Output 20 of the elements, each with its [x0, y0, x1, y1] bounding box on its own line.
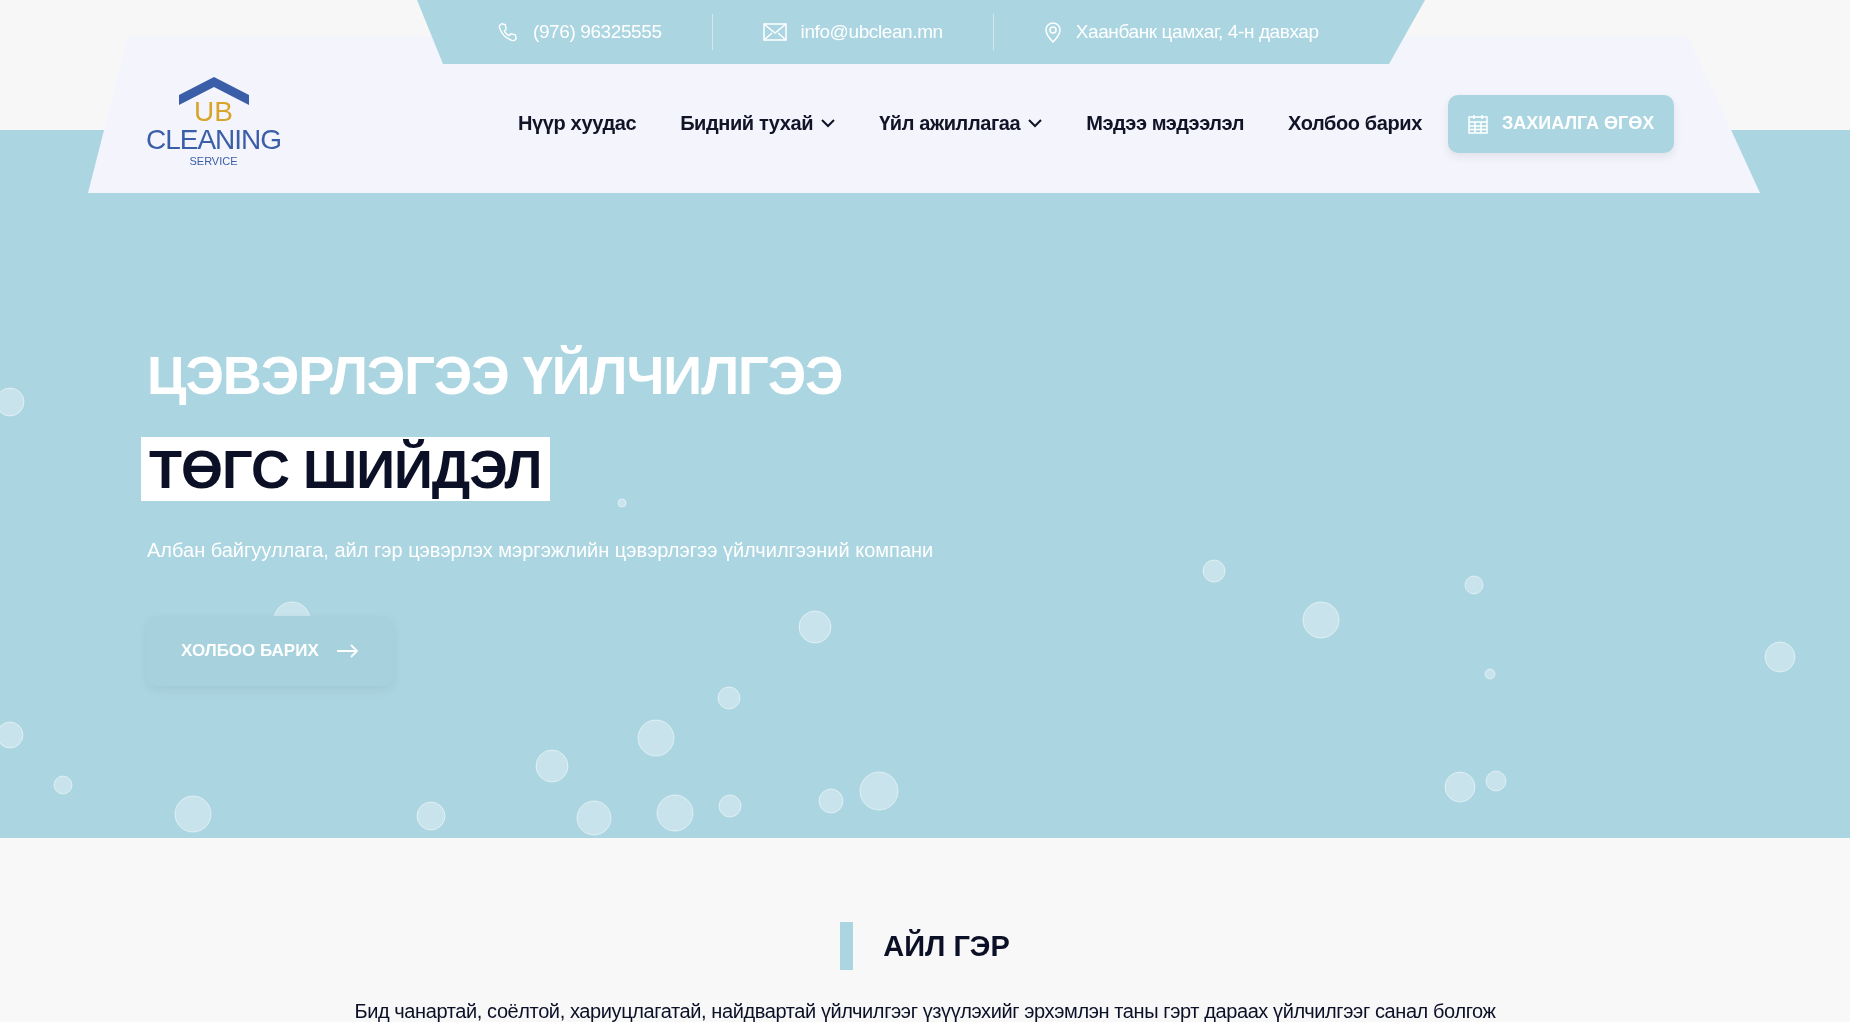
logo-tagline: SERVICE [189, 154, 238, 167]
address: Хаанбанк цамхаг, 4-н давхар [1075, 21, 1319, 43]
hero-title: ЦЭВЭРЛЭГЭЭ ҮЙЛЧИЛГЭЭ [147, 344, 843, 407]
nav-link[interactable]: Бидний тухай [680, 112, 836, 135]
location-pin-icon [1043, 21, 1062, 43]
hero-highlight: ТӨГС ШИЙДЭЛ [141, 437, 550, 501]
mail-icon [762, 23, 787, 41]
section-text: Бид чанартай, соёлтой, хариуцлагатай, найдвартай үйлчилгээг үзүүлэхийг эрхэмлэн таны гэрт дараах үйлчилгээг санал болгож [354, 1000, 1496, 1022]
hero-subtitle: Албан байгууллага, айл гэр цэвэрлэх мэргэжлийн цэвэрлэгээ үйлчилгээний компани [147, 539, 934, 562]
nav-link[interactable]: Мэдээ мэдээлэл [1086, 112, 1245, 135]
phone-icon [497, 21, 519, 43]
nav-link[interactable]: Үйл ажиллагаа [879, 112, 1043, 135]
logo-text: CLEANING [145, 124, 282, 155]
section-title: АЙЛ ГЭР [883, 929, 1010, 963]
arrow-right-icon [336, 644, 359, 658]
accent-bar [840, 922, 854, 970]
nav-link[interactable]: Нүүр хуудас [518, 112, 637, 135]
calendar-icon [1467, 113, 1488, 134]
logo-text: UB [194, 98, 233, 125]
nav-link[interactable]: Холбоо барих [1288, 112, 1422, 135]
